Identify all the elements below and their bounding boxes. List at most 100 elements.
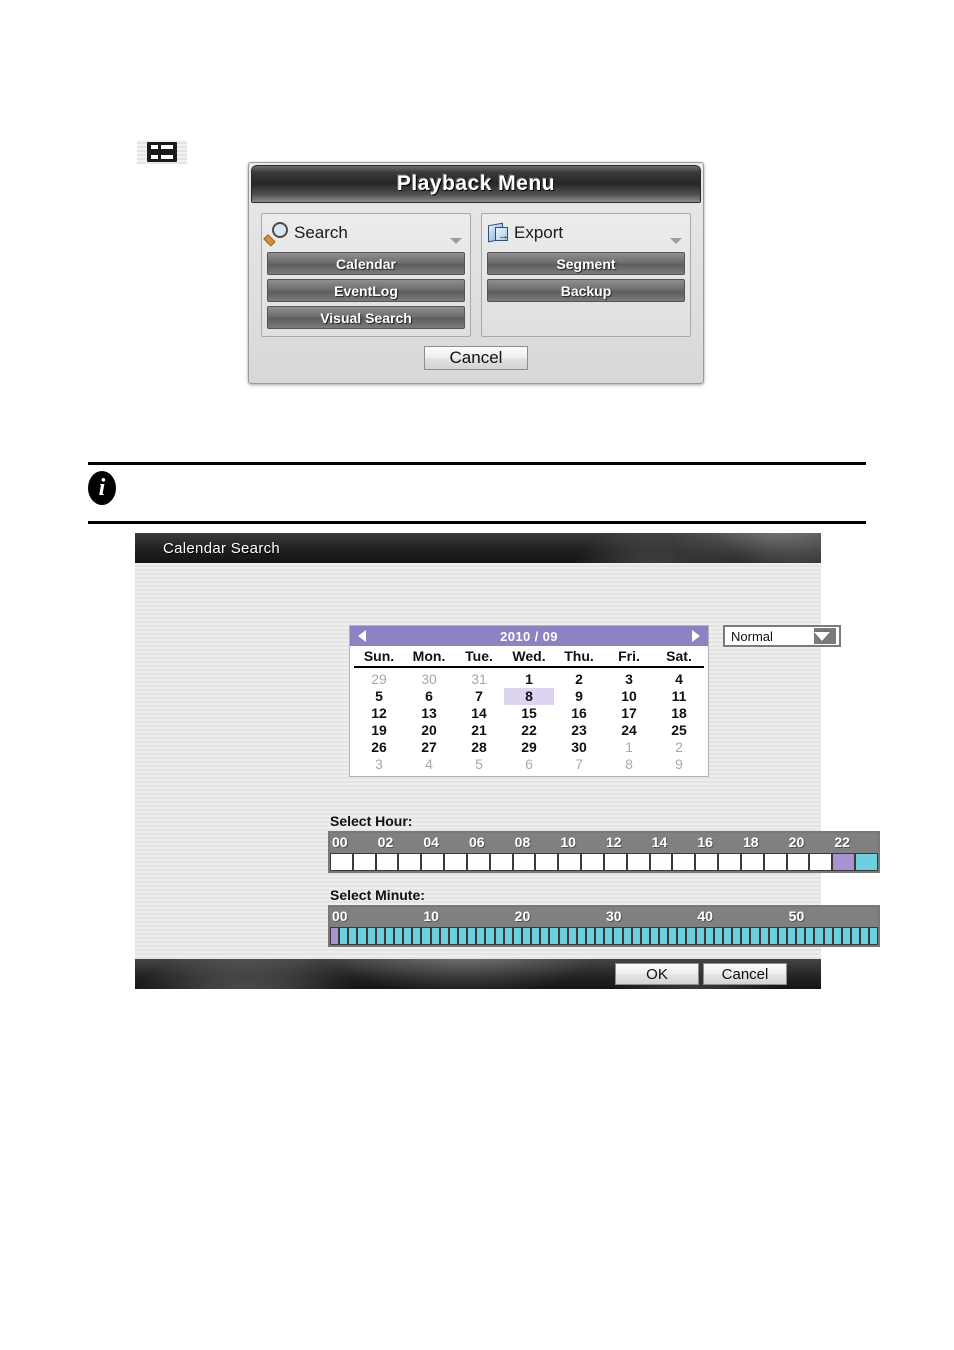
minute-cell[interactable] xyxy=(558,927,568,945)
hour-cell[interactable] xyxy=(421,853,445,871)
calendar-day[interactable]: 26 xyxy=(354,739,404,756)
calendar-day[interactable]: 21 xyxy=(454,722,504,739)
minute-cell[interactable] xyxy=(467,927,477,945)
minute-cell[interactable] xyxy=(476,927,486,945)
calendar-day[interactable]: 27 xyxy=(404,739,454,756)
minute-cell[interactable] xyxy=(741,927,751,945)
calendar-day[interactable]: 2 xyxy=(654,739,704,756)
eventlog-button[interactable]: EventLog xyxy=(267,279,465,302)
minute-cell[interactable] xyxy=(659,927,669,945)
minute-cells[interactable] xyxy=(330,927,879,945)
minute-cell[interactable] xyxy=(704,927,714,945)
hour-cell[interactable] xyxy=(398,853,422,871)
minute-cell[interactable] xyxy=(732,927,742,945)
calendar-day[interactable]: 19 xyxy=(354,722,404,739)
calendar-day[interactable]: 23 xyxy=(554,722,604,739)
minute-cell[interactable] xyxy=(540,927,550,945)
minute-cell[interactable] xyxy=(823,927,833,945)
ok-button[interactable]: OK xyxy=(615,963,699,985)
hour-cell[interactable] xyxy=(855,853,878,871)
hour-cell[interactable] xyxy=(444,853,467,871)
minute-cell[interactable] xyxy=(723,927,733,945)
minute-cell[interactable] xyxy=(330,927,340,945)
hour-cells[interactable] xyxy=(330,853,878,871)
hour-cell[interactable] xyxy=(512,853,536,871)
minute-cell[interactable] xyxy=(604,927,614,945)
calendar-day[interactable]: 24 xyxy=(604,722,654,739)
calendar-day[interactable]: 30 xyxy=(554,739,604,756)
backup-button[interactable]: Backup xyxy=(487,279,685,302)
minute-cell[interactable] xyxy=(768,927,778,945)
calendar-day[interactable]: 7 xyxy=(454,688,504,705)
calendar-day[interactable]: 20 xyxy=(404,722,454,739)
calendar-day[interactable]: 31 xyxy=(454,671,504,688)
hour-cell[interactable] xyxy=(375,853,399,871)
hour-cell[interactable] xyxy=(466,853,490,871)
hour-cell[interactable] xyxy=(763,853,787,871)
hour-cell[interactable] xyxy=(740,853,764,871)
calendar-day[interactable]: 15 xyxy=(504,705,554,722)
calendar-day[interactable]: 25 xyxy=(654,722,704,739)
visual-search-button[interactable]: Visual Search xyxy=(267,306,465,329)
minute-cell[interactable] xyxy=(357,927,367,945)
minute-cell[interactable] xyxy=(512,927,522,945)
hour-cell[interactable] xyxy=(535,853,559,871)
minute-cell[interactable] xyxy=(677,927,687,945)
calendar-day[interactable]: 6 xyxy=(504,756,554,773)
minute-cell[interactable] xyxy=(576,927,586,945)
minute-cell[interactable] xyxy=(531,927,541,945)
segment-button[interactable]: Segment xyxy=(487,252,685,275)
chevron-down-icon[interactable] xyxy=(450,238,462,244)
minute-cell[interactable] xyxy=(613,927,623,945)
calendar-day[interactable]: 22 xyxy=(504,722,554,739)
minute-cell[interactable] xyxy=(348,927,358,945)
calendar-day[interactable]: 14 xyxy=(454,705,504,722)
minute-cell[interactable] xyxy=(339,927,349,945)
calendar-day[interactable]: 2 xyxy=(554,671,604,688)
calendar-day[interactable]: 9 xyxy=(554,688,604,705)
hour-cell[interactable] xyxy=(626,853,650,871)
minute-cell[interactable] xyxy=(457,927,468,945)
minute-cell[interactable] xyxy=(403,927,413,945)
hour-cell[interactable] xyxy=(695,853,719,871)
minute-cell[interactable] xyxy=(567,927,577,945)
calendar-day[interactable]: 13 xyxy=(404,705,454,722)
minute-cell[interactable] xyxy=(777,927,788,945)
calendar-day[interactable]: 1 xyxy=(504,671,554,688)
hour-selector-bar[interactable]: 00 02 04 06 08 10 12 14 16 18 20 22 xyxy=(328,831,880,873)
minute-cell[interactable] xyxy=(393,927,404,945)
minute-cell[interactable] xyxy=(549,927,559,945)
calendar-day[interactable]: 4 xyxy=(404,756,454,773)
minute-cell[interactable] xyxy=(787,927,797,945)
search-group-header[interactable]: Search xyxy=(263,218,465,248)
hour-cell[interactable] xyxy=(649,853,673,871)
minute-cell[interactable] xyxy=(375,927,385,945)
minute-cell[interactable] xyxy=(668,927,678,945)
calendar-day[interactable]: 1 xyxy=(604,739,654,756)
hour-cell[interactable] xyxy=(786,853,810,871)
calendar-day[interactable]: 3 xyxy=(604,671,654,688)
minute-cell[interactable] xyxy=(494,927,504,945)
calendar-day[interactable]: 7 xyxy=(554,756,604,773)
minute-cell[interactable] xyxy=(631,927,641,945)
hour-cell[interactable] xyxy=(603,853,627,871)
calendar-button[interactable]: Calendar xyxy=(267,252,465,275)
calendar-cancel-button[interactable]: Cancel xyxy=(703,963,787,985)
minute-cell[interactable] xyxy=(485,927,495,945)
minute-cell[interactable] xyxy=(503,927,513,945)
minute-cell[interactable] xyxy=(695,927,705,945)
minute-selector-bar[interactable]: 00 10 20 30 40 50 xyxy=(328,905,880,947)
minute-cell[interactable] xyxy=(869,927,879,945)
arrow-left-icon[interactable] xyxy=(358,630,366,642)
calendar-day[interactable]: 8 xyxy=(504,688,554,705)
minute-cell[interactable] xyxy=(713,927,724,945)
minute-cell[interactable] xyxy=(585,927,596,945)
hour-cell[interactable] xyxy=(809,853,833,871)
calendar-day[interactable]: 8 xyxy=(604,756,654,773)
minute-cell[interactable] xyxy=(430,927,440,945)
hour-cell[interactable] xyxy=(672,853,696,871)
calendar-day[interactable]: 6 xyxy=(404,688,454,705)
calendar-day[interactable]: 17 xyxy=(604,705,654,722)
calendar-day[interactable]: 11 xyxy=(654,688,704,705)
calendar-day[interactable]: 29 xyxy=(504,739,554,756)
